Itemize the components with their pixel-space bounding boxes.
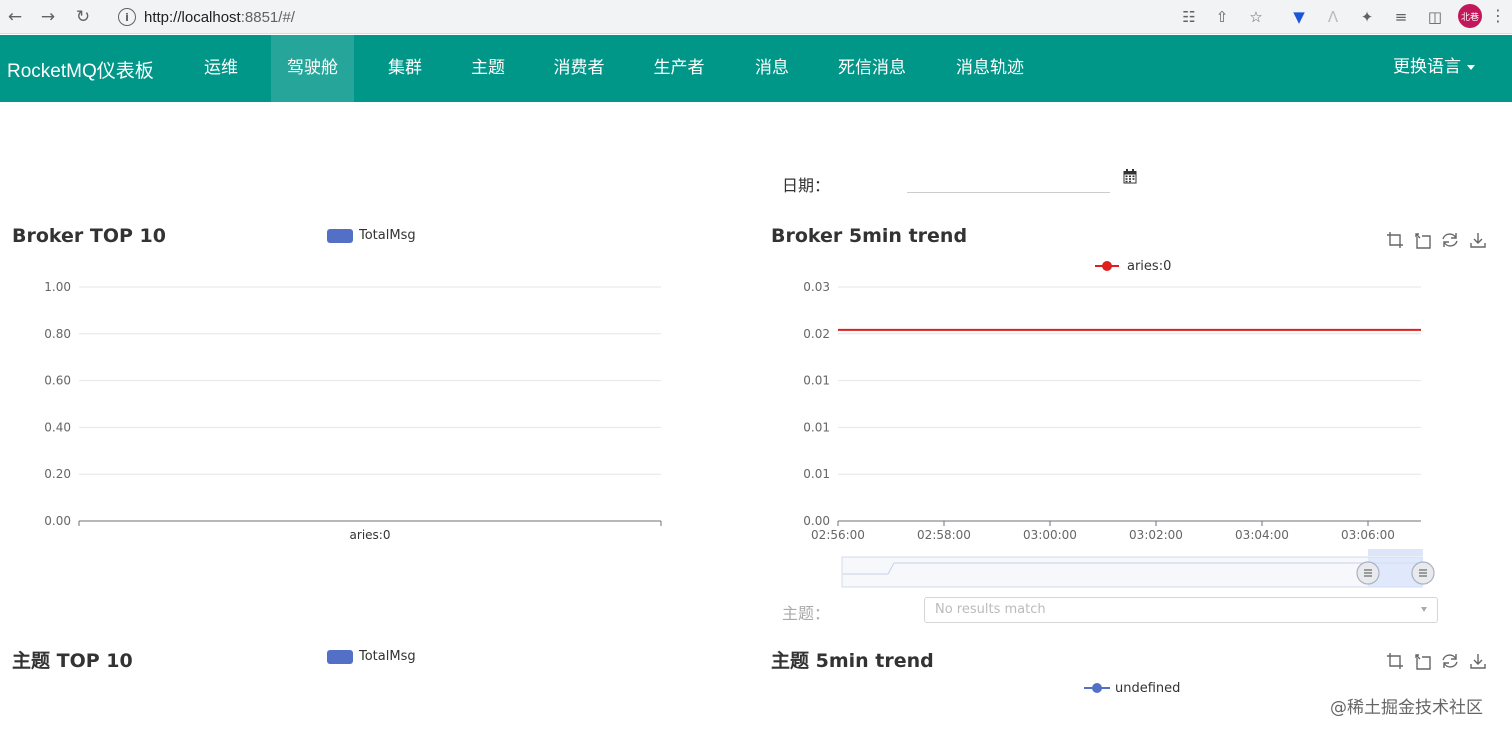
caret-down-icon bbox=[1467, 64, 1475, 70]
nav-message[interactable]: 消息 bbox=[737, 35, 807, 102]
zoom-track bbox=[841, 556, 1423, 588]
x-tick-label: 03:06:00 bbox=[1341, 528, 1395, 542]
nav-message-trace[interactable]: 消息轨迹 bbox=[944, 35, 1036, 102]
browser-toolbar: ← → ↻ i http://localhost:8851/#/ ☷ ⇧ ☆ ▼… bbox=[0, 0, 1512, 34]
nav-dlq-message[interactable]: 死信消息 bbox=[826, 35, 918, 102]
legend-swatch-topic-totalmsg[interactable] bbox=[327, 650, 353, 664]
translate-icon[interactable]: ☷ bbox=[1178, 6, 1200, 28]
side-panel-icon[interactable]: ◫ bbox=[1424, 6, 1446, 28]
y-tick-label: 0.01 bbox=[803, 467, 830, 481]
x-tick-label: 03:02:00 bbox=[1129, 528, 1183, 542]
bookmark-star-icon[interactable]: ☆ bbox=[1245, 6, 1267, 28]
zoom-handle-right[interactable] bbox=[1411, 561, 1435, 585]
app-navbar: RocketMQ仪表板 运维 驾驶舱 集群 主题 消费者 生产者 消息 死信消息… bbox=[0, 35, 1512, 102]
nav-consumer[interactable]: 消费者 bbox=[541, 35, 617, 102]
topic-zoom-back-icon[interactable] bbox=[1413, 652, 1431, 670]
x-tick-label: 02:58:00 bbox=[917, 528, 971, 542]
topic-select[interactable]: No results match bbox=[924, 597, 1438, 623]
y-tick-label: 0.01 bbox=[803, 420, 830, 434]
y-tick-label: 0.40 bbox=[44, 420, 71, 434]
profile-avatar[interactable]: 北巷 bbox=[1458, 4, 1482, 28]
nav-dashboard[interactable]: 驾驶舱 bbox=[271, 35, 354, 102]
share-icon[interactable]: ⇧ bbox=[1211, 6, 1233, 28]
forward-icon[interactable]: → bbox=[36, 5, 60, 29]
restore-icon[interactable] bbox=[1441, 231, 1459, 249]
legend-marker-undefined bbox=[1092, 683, 1102, 693]
extensions-puzzle-icon[interactable]: ✦ bbox=[1356, 6, 1378, 28]
nav-producer[interactable]: 生产者 bbox=[641, 35, 717, 102]
legend-label-totalmsg[interactable]: TotalMsg bbox=[359, 228, 416, 243]
y-tick-label: 0.60 bbox=[44, 374, 71, 388]
select-arrow-icon bbox=[1421, 607, 1427, 612]
topic-trend-title: 主题 5min trend bbox=[771, 650, 934, 672]
zoom-back-icon[interactable] bbox=[1413, 231, 1431, 249]
language-dropdown[interactable]: 更换语言 bbox=[1393, 35, 1475, 102]
data-zoom-slider[interactable] bbox=[838, 546, 1448, 596]
url-path: :8851/#/ bbox=[240, 8, 295, 26]
extension-a-icon[interactable]: Λ bbox=[1322, 6, 1344, 28]
y-tick-label: 0.02 bbox=[803, 327, 830, 341]
date-input[interactable] bbox=[907, 170, 1110, 193]
address-bar[interactable]: i http://localhost:8851/#/ bbox=[106, 3, 1166, 31]
topic-zoom-select-icon[interactable] bbox=[1386, 652, 1404, 670]
legend-undefined[interactable]: undefined bbox=[1080, 677, 1200, 697]
reload-icon[interactable]: ↻ bbox=[71, 5, 95, 29]
topic-restore-icon[interactable] bbox=[1441, 652, 1459, 670]
zoom-select-icon[interactable] bbox=[1386, 231, 1404, 249]
brand-title[interactable]: RocketMQ仪表板 bbox=[7, 56, 154, 83]
topic-label: 主题： bbox=[782, 604, 831, 623]
url-host: http://localhost bbox=[144, 8, 241, 26]
zoom-move-handle[interactable] bbox=[1368, 549, 1423, 556]
topic-select-placeholder: No results match bbox=[935, 602, 1046, 617]
vue-extension-icon[interactable]: ▼ bbox=[1288, 6, 1310, 28]
browser-menu-icon[interactable]: ⋮ bbox=[1490, 6, 1506, 25]
date-label: 日期： bbox=[782, 176, 831, 195]
y-tick-label: 0.03 bbox=[803, 280, 830, 294]
x-tick-label: 02:56:00 bbox=[811, 528, 865, 542]
broker-top-chart: 0.00 0.20 0.40 0.60 0.80 1.00 aries:0 bbox=[44, 280, 662, 542]
x-tick-label: 03:00:00 bbox=[1023, 528, 1077, 542]
reading-list-icon[interactable]: ≡ bbox=[1390, 6, 1412, 28]
zoom-handle-left[interactable] bbox=[1356, 561, 1380, 585]
site-info-icon[interactable]: i bbox=[118, 8, 136, 26]
download-icon[interactable] bbox=[1469, 231, 1487, 249]
back-icon[interactable]: ← bbox=[3, 5, 27, 29]
y-tick-label: 0.20 bbox=[44, 467, 71, 481]
y-tick-label: 0.00 bbox=[44, 514, 71, 528]
y-tick-label: 1.00 bbox=[44, 280, 71, 294]
x-tick-label: 03:04:00 bbox=[1235, 528, 1289, 542]
watermark-text: @稀土掘金技术社区 bbox=[1330, 698, 1483, 718]
topic-download-icon[interactable] bbox=[1469, 652, 1487, 670]
legend-swatch-totalmsg[interactable] bbox=[327, 229, 353, 243]
nav-topic[interactable]: 主题 bbox=[453, 35, 523, 102]
broker-top-title: Broker TOP 10 bbox=[12, 225, 166, 247]
y-tick-label: 0.01 bbox=[803, 374, 830, 388]
language-label: 更换语言 bbox=[1393, 57, 1461, 77]
legend-label-topic-totalmsg[interactable]: TotalMsg bbox=[359, 649, 416, 664]
broker-trend-title: Broker 5min trend bbox=[771, 225, 968, 247]
legend-label-undefined: undefined bbox=[1115, 681, 1180, 696]
x-tick-label: aries:0 bbox=[350, 528, 391, 542]
url-text: http://localhost:8851/#/ bbox=[144, 9, 295, 26]
calendar-icon[interactable] bbox=[1123, 169, 1137, 184]
y-tick-label: 0.00 bbox=[803, 514, 830, 528]
topic-top-title: 主题 TOP 10 bbox=[12, 650, 133, 672]
y-tick-label: 0.80 bbox=[44, 327, 71, 341]
nav-ops[interactable]: 运维 bbox=[186, 35, 256, 102]
broker-trend-chart: 0.00 0.01 0.01 0.01 0.02 0.03 02:56:00 02:58:00… bbox=[803, 280, 1421, 542]
nav-cluster[interactable]: 集群 bbox=[370, 35, 440, 102]
